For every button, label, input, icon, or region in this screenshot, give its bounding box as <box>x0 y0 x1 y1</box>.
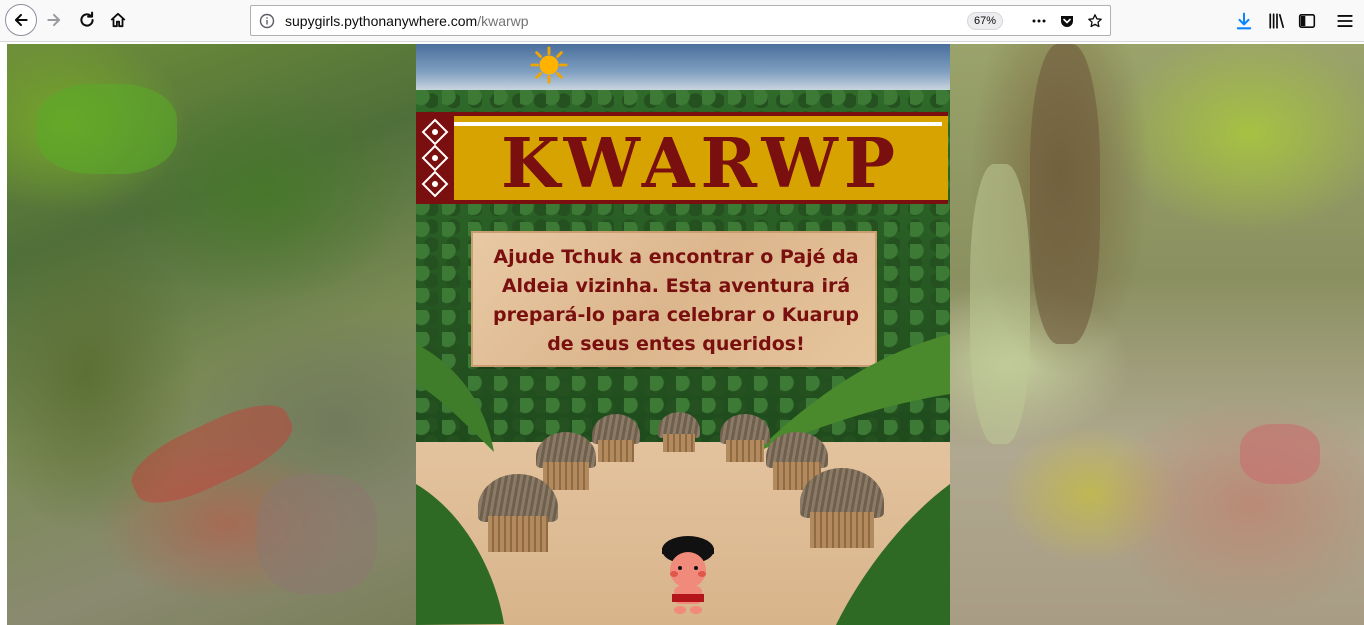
tchuk-character[interactable] <box>660 532 716 614</box>
hut <box>720 414 770 462</box>
forward-button[interactable] <box>40 6 68 34</box>
reload-icon <box>80 11 94 27</box>
painted-forest-left-background <box>7 44 416 625</box>
reload-button[interactable] <box>73 6 101 34</box>
url-host: supygirls.pythonanywhere.com <box>285 13 478 29</box>
url-text[interactable]: supygirls.pythonanywhere.com/kwarwp <box>285 13 529 29</box>
sidebar-button[interactable] <box>1296 10 1318 32</box>
zoom-indicator[interactable]: 67% <box>967 12 1004 30</box>
hut <box>592 414 640 462</box>
title-banner: KWARWP <box>416 112 948 204</box>
sky <box>416 44 950 90</box>
back-arrow-icon <box>14 13 28 27</box>
bookmark-star-icon <box>1088 14 1102 28</box>
pocket-button[interactable] <box>1057 12 1077 30</box>
pocket-icon <box>1061 16 1073 27</box>
back-button[interactable] <box>5 4 37 36</box>
painted-forest-right-background <box>950 44 1364 625</box>
download-icon <box>1236 12 1252 30</box>
tribal-pattern <box>416 116 454 200</box>
sun-icon <box>530 46 568 84</box>
hut <box>658 412 700 452</box>
browser-toolbar: supygirls.pythonanywhere.com/kwarwp 67% <box>0 0 1364 42</box>
game-title: KWARWP <box>501 124 901 204</box>
hut <box>800 468 884 548</box>
hut <box>478 474 558 552</box>
library-icon <box>1269 13 1285 29</box>
menu-button[interactable] <box>1334 10 1356 32</box>
downloads-button[interactable] <box>1233 10 1255 32</box>
url-path: /kwarwp <box>477 13 529 29</box>
bookmark-button[interactable] <box>1085 12 1105 30</box>
library-button[interactable] <box>1266 10 1288 32</box>
url-bar[interactable]: supygirls.pythonanywhere.com/kwarwp 67% <box>250 5 1111 36</box>
palm-leaf-left <box>416 344 494 452</box>
game-canvas[interactable]: KWARWP Ajude Tchuk a encontrar o Pajé da… <box>416 44 950 625</box>
page-actions-button[interactable] <box>1029 12 1049 30</box>
menu-icon <box>1337 15 1353 27</box>
home-icon <box>110 12 126 28</box>
more-dots-icon <box>1032 19 1046 23</box>
web-page: KWARWP Ajude Tchuk a encontrar o Pajé da… <box>0 42 1364 625</box>
home-button[interactable] <box>104 6 132 34</box>
sidebar-icon <box>1298 14 1316 28</box>
forward-arrow-icon <box>47 13 61 27</box>
info-icon[interactable] <box>259 13 275 29</box>
